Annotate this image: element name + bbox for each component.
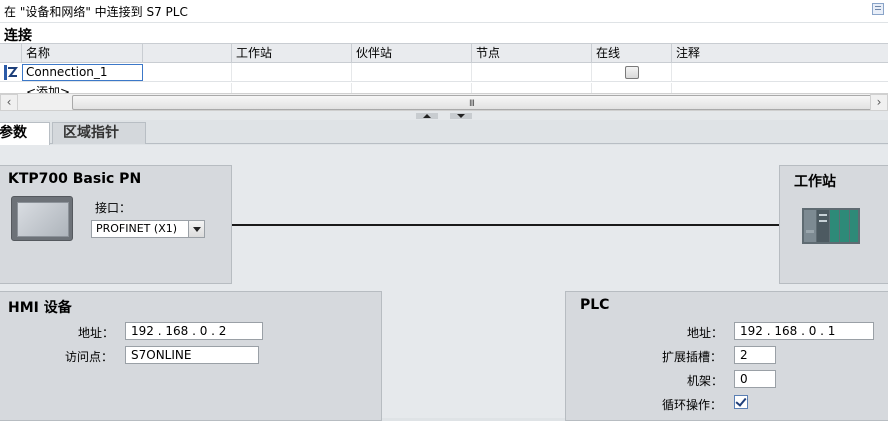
table-cell — [232, 83, 352, 93]
chevron-down-icon[interactable] — [188, 221, 204, 237]
access-point-field[interactable]: S7ONLINE — [125, 346, 259, 364]
connections-table: Connection_1 <添加> — [0, 63, 888, 93]
table-cell — [143, 83, 232, 93]
workstation-title: 工作站 — [794, 174, 836, 190]
table-cell — [143, 63, 232, 82]
collapse-up-button[interactable] — [416, 113, 438, 119]
cyclic-operation-checkbox[interactable] — [734, 395, 748, 409]
column-spacer — [143, 44, 232, 63]
hmi-device-panel: HMI 设备 地址： 192 . 168 . 0 . 2 访问点： S7ONLI… — [0, 291, 382, 421]
cyclic-operation-label: 循环操作： — [662, 398, 723, 412]
workstation-panel: 工作站 — [779, 165, 888, 284]
interface-value: PROFINET (X1) — [96, 222, 178, 235]
scroll-right-button[interactable]: › — [870, 94, 888, 111]
connection-line — [232, 224, 780, 226]
plc-panel: PLC 地址： 192 . 168 . 0 . 1 扩展插槽： 2 机架： 0 … — [565, 291, 888, 421]
tab-area-pointer[interactable]: 区域指针 — [52, 122, 146, 144]
plc-rack-icon — [802, 208, 860, 244]
table-cell — [592, 83, 672, 93]
interface-dropdown[interactable]: PROFINET (X1) — [91, 220, 205, 238]
collapse-down-button[interactable] — [450, 113, 472, 119]
rack-field[interactable]: 0 — [734, 370, 776, 388]
connection-name-cell[interactable]: Connection_1 — [22, 64, 143, 81]
window-title: 在 "设备和网络" 中连接到 S7 PLC — [4, 5, 188, 19]
column-online[interactable]: 在线 — [592, 44, 672, 63]
hmi-station-title: KTP700 Basic PN — [8, 171, 142, 187]
scroll-left-button[interactable]: ‹ — [0, 94, 18, 111]
arrow-down-icon — [457, 114, 465, 118]
connection-icon — [4, 65, 18, 80]
column-comment[interactable]: 注释 — [672, 44, 888, 63]
slot-label: 扩展插槽： — [662, 350, 723, 364]
access-point-label: 访问点： — [65, 350, 114, 364]
hmi-panel-icon — [11, 196, 73, 241]
horizontal-scrollbar[interactable]: ‹ III › — [0, 93, 888, 111]
hmi-address-field[interactable]: 192 . 168 . 0 . 2 — [125, 322, 263, 340]
table-row[interactable]: Connection_1 — [0, 63, 888, 82]
column-station[interactable]: 工作站 — [232, 44, 352, 63]
pane-splitter[interactable] — [0, 111, 888, 120]
scrollbar-thumb[interactable]: III — [72, 95, 872, 110]
interface-label: 接口： — [95, 201, 132, 215]
arrow-up-icon — [423, 114, 431, 118]
add-connection-cell[interactable]: <添加> — [26, 85, 70, 93]
online-checkbox[interactable] — [625, 66, 639, 79]
column-name[interactable]: 名称 — [22, 44, 143, 63]
row-indicator-header — [0, 44, 22, 63]
connections-header: 连接 — [0, 23, 888, 44]
table-cell — [232, 63, 352, 82]
plc-address-field[interactable]: 192 . 168 . 0 . 1 — [734, 322, 874, 340]
column-partner[interactable]: 伙伴站 — [352, 44, 472, 63]
table-cell — [352, 63, 472, 82]
tab-parameters[interactable]: 参数 — [0, 122, 50, 145]
slot-field[interactable]: 2 — [734, 346, 776, 364]
table-cell — [352, 83, 472, 93]
table-cell — [472, 83, 592, 93]
plc-address-label: 地址： — [687, 326, 724, 340]
rack-label: 机架： — [687, 374, 724, 388]
column-node[interactable]: 节点 — [472, 44, 592, 63]
hmi-station-panel: KTP700 Basic PN 接口： PROFINET (X1) — [0, 165, 232, 284]
plc-title: PLC — [580, 297, 610, 313]
pin-icon[interactable] — [872, 3, 884, 15]
title-bar: 在 "设备和网络" 中连接到 S7 PLC — [0, 0, 888, 22]
table-cell — [472, 63, 592, 82]
connections-title: 连接 — [4, 28, 32, 44]
hmi-address-label: 地址： — [78, 326, 115, 340]
table-row[interactable]: <添加> — [0, 83, 888, 93]
tab-strip: 参数 区域指针 — [0, 120, 888, 145]
hmi-device-title: HMI 设备 — [8, 300, 72, 316]
connections-table-header: 名称 工作站 伙伴站 节点 在线 注释 — [0, 43, 888, 63]
scrollbar-grip: III — [469, 99, 475, 109]
